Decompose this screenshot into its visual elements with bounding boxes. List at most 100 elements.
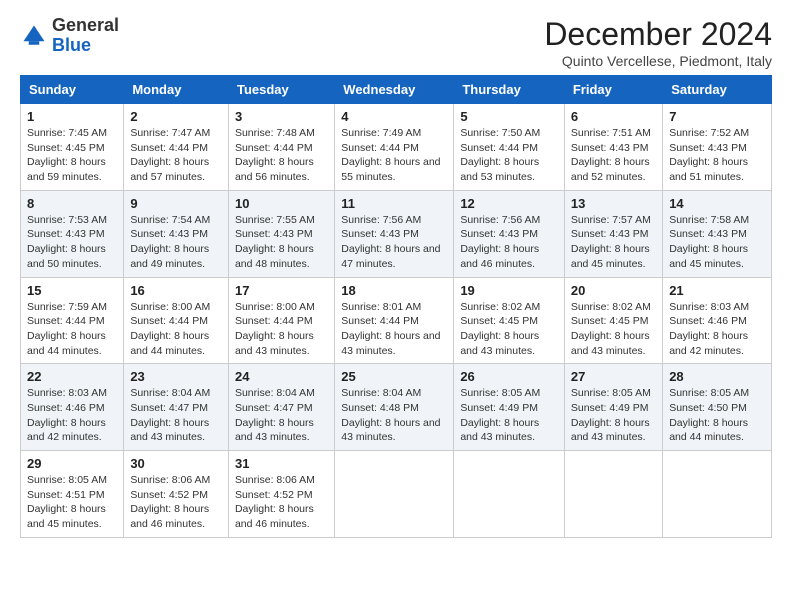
day-detail: Sunrise: 7:53 AM Sunset: 4:43 PM Dayligh…	[27, 213, 117, 272]
day-number: 18	[341, 283, 447, 298]
day-number: 14	[669, 196, 765, 211]
day-cell: 17 Sunrise: 8:00 AM Sunset: 4:44 PM Dayl…	[228, 277, 334, 364]
day-cell: 4 Sunrise: 7:49 AM Sunset: 4:44 PM Dayli…	[335, 104, 454, 191]
day-detail: Sunrise: 8:03 AM Sunset: 4:46 PM Dayligh…	[27, 386, 117, 445]
header-row: SundayMondayTuesdayWednesdayThursdayFrid…	[21, 76, 772, 104]
day-number: 10	[235, 196, 328, 211]
header-saturday: Saturday	[663, 76, 772, 104]
day-cell: 24 Sunrise: 8:04 AM Sunset: 4:47 PM Dayl…	[228, 364, 334, 451]
day-number: 23	[130, 369, 222, 384]
day-cell: 10 Sunrise: 7:55 AM Sunset: 4:43 PM Dayl…	[228, 190, 334, 277]
day-detail: Sunrise: 7:55 AM Sunset: 4:43 PM Dayligh…	[235, 213, 328, 272]
day-cell: 26 Sunrise: 8:05 AM Sunset: 4:49 PM Dayl…	[454, 364, 565, 451]
day-cell: 30 Sunrise: 8:06 AM Sunset: 4:52 PM Dayl…	[124, 451, 229, 538]
day-cell: 31 Sunrise: 8:06 AM Sunset: 4:52 PM Dayl…	[228, 451, 334, 538]
day-number: 3	[235, 109, 328, 124]
day-number: 31	[235, 456, 328, 471]
day-detail: Sunrise: 8:05 AM Sunset: 4:51 PM Dayligh…	[27, 473, 117, 532]
header: General Blue December 2024 Quinto Vercel…	[20, 16, 772, 69]
day-cell: 23 Sunrise: 8:04 AM Sunset: 4:47 PM Dayl…	[124, 364, 229, 451]
day-number: 15	[27, 283, 117, 298]
day-detail: Sunrise: 8:05 AM Sunset: 4:50 PM Dayligh…	[669, 386, 765, 445]
day-detail: Sunrise: 8:05 AM Sunset: 4:49 PM Dayligh…	[571, 386, 656, 445]
day-detail: Sunrise: 7:57 AM Sunset: 4:43 PM Dayligh…	[571, 213, 656, 272]
day-cell: 28 Sunrise: 8:05 AM Sunset: 4:50 PM Dayl…	[663, 364, 772, 451]
logo-icon	[20, 22, 48, 50]
day-detail: Sunrise: 7:56 AM Sunset: 4:43 PM Dayligh…	[460, 213, 558, 272]
header-tuesday: Tuesday	[228, 76, 334, 104]
day-detail: Sunrise: 7:47 AM Sunset: 4:44 PM Dayligh…	[130, 126, 222, 185]
day-detail: Sunrise: 8:04 AM Sunset: 4:47 PM Dayligh…	[130, 386, 222, 445]
day-detail: Sunrise: 8:05 AM Sunset: 4:49 PM Dayligh…	[460, 386, 558, 445]
day-detail: Sunrise: 8:00 AM Sunset: 4:44 PM Dayligh…	[130, 300, 222, 359]
day-cell: 9 Sunrise: 7:54 AM Sunset: 4:43 PM Dayli…	[124, 190, 229, 277]
day-cell: 6 Sunrise: 7:51 AM Sunset: 4:43 PM Dayli…	[564, 104, 662, 191]
day-detail: Sunrise: 7:52 AM Sunset: 4:43 PM Dayligh…	[669, 126, 765, 185]
day-number: 7	[669, 109, 765, 124]
day-detail: Sunrise: 7:48 AM Sunset: 4:44 PM Dayligh…	[235, 126, 328, 185]
day-cell	[454, 451, 565, 538]
day-number: 19	[460, 283, 558, 298]
header-monday: Monday	[124, 76, 229, 104]
day-cell: 12 Sunrise: 7:56 AM Sunset: 4:43 PM Dayl…	[454, 190, 565, 277]
week-row-1: 1 Sunrise: 7:45 AM Sunset: 4:45 PM Dayli…	[21, 104, 772, 191]
day-detail: Sunrise: 7:54 AM Sunset: 4:43 PM Dayligh…	[130, 213, 222, 272]
day-cell: 8 Sunrise: 7:53 AM Sunset: 4:43 PM Dayli…	[21, 190, 124, 277]
day-detail: Sunrise: 8:02 AM Sunset: 4:45 PM Dayligh…	[460, 300, 558, 359]
month-title: December 2024	[544, 16, 772, 53]
day-detail: Sunrise: 7:56 AM Sunset: 4:43 PM Dayligh…	[341, 213, 447, 272]
day-cell: 18 Sunrise: 8:01 AM Sunset: 4:44 PM Dayl…	[335, 277, 454, 364]
day-cell	[564, 451, 662, 538]
week-row-3: 15 Sunrise: 7:59 AM Sunset: 4:44 PM Dayl…	[21, 277, 772, 364]
day-cell: 5 Sunrise: 7:50 AM Sunset: 4:44 PM Dayli…	[454, 104, 565, 191]
day-number: 22	[27, 369, 117, 384]
day-number: 27	[571, 369, 656, 384]
day-detail: Sunrise: 8:04 AM Sunset: 4:48 PM Dayligh…	[341, 386, 447, 445]
day-detail: Sunrise: 8:00 AM Sunset: 4:44 PM Dayligh…	[235, 300, 328, 359]
day-cell: 1 Sunrise: 7:45 AM Sunset: 4:45 PM Dayli…	[21, 104, 124, 191]
day-cell: 20 Sunrise: 8:02 AM Sunset: 4:45 PM Dayl…	[564, 277, 662, 364]
day-cell: 19 Sunrise: 8:02 AM Sunset: 4:45 PM Dayl…	[454, 277, 565, 364]
day-cell: 7 Sunrise: 7:52 AM Sunset: 4:43 PM Dayli…	[663, 104, 772, 191]
day-detail: Sunrise: 8:06 AM Sunset: 4:52 PM Dayligh…	[130, 473, 222, 532]
logo: General Blue	[20, 16, 119, 56]
day-cell: 21 Sunrise: 8:03 AM Sunset: 4:46 PM Dayl…	[663, 277, 772, 364]
day-number: 28	[669, 369, 765, 384]
day-number: 1	[27, 109, 117, 124]
logo-blue: Blue	[52, 35, 91, 55]
day-detail: Sunrise: 8:04 AM Sunset: 4:47 PM Dayligh…	[235, 386, 328, 445]
logo-text: General Blue	[52, 16, 119, 56]
day-detail: Sunrise: 8:03 AM Sunset: 4:46 PM Dayligh…	[669, 300, 765, 359]
day-number: 16	[130, 283, 222, 298]
day-number: 12	[460, 196, 558, 211]
week-row-2: 8 Sunrise: 7:53 AM Sunset: 4:43 PM Dayli…	[21, 190, 772, 277]
header-sunday: Sunday	[21, 76, 124, 104]
day-cell	[335, 451, 454, 538]
day-number: 26	[460, 369, 558, 384]
day-cell: 13 Sunrise: 7:57 AM Sunset: 4:43 PM Dayl…	[564, 190, 662, 277]
day-detail: Sunrise: 8:02 AM Sunset: 4:45 PM Dayligh…	[571, 300, 656, 359]
day-cell: 15 Sunrise: 7:59 AM Sunset: 4:44 PM Dayl…	[21, 277, 124, 364]
location: Quinto Vercellese, Piedmont, Italy	[544, 53, 772, 69]
day-number: 4	[341, 109, 447, 124]
header-wednesday: Wednesday	[335, 76, 454, 104]
day-detail: Sunrise: 7:58 AM Sunset: 4:43 PM Dayligh…	[669, 213, 765, 272]
header-friday: Friday	[564, 76, 662, 104]
day-cell: 29 Sunrise: 8:05 AM Sunset: 4:51 PM Dayl…	[21, 451, 124, 538]
day-detail: Sunrise: 7:59 AM Sunset: 4:44 PM Dayligh…	[27, 300, 117, 359]
day-number: 25	[341, 369, 447, 384]
day-detail: Sunrise: 7:51 AM Sunset: 4:43 PM Dayligh…	[571, 126, 656, 185]
day-number: 30	[130, 456, 222, 471]
day-detail: Sunrise: 7:50 AM Sunset: 4:44 PM Dayligh…	[460, 126, 558, 185]
day-cell: 3 Sunrise: 7:48 AM Sunset: 4:44 PM Dayli…	[228, 104, 334, 191]
day-cell: 27 Sunrise: 8:05 AM Sunset: 4:49 PM Dayl…	[564, 364, 662, 451]
day-detail: Sunrise: 7:49 AM Sunset: 4:44 PM Dayligh…	[341, 126, 447, 185]
day-detail: Sunrise: 7:45 AM Sunset: 4:45 PM Dayligh…	[27, 126, 117, 185]
day-number: 5	[460, 109, 558, 124]
day-detail: Sunrise: 8:01 AM Sunset: 4:44 PM Dayligh…	[341, 300, 447, 359]
day-number: 13	[571, 196, 656, 211]
day-detail: Sunrise: 8:06 AM Sunset: 4:52 PM Dayligh…	[235, 473, 328, 532]
week-row-5: 29 Sunrise: 8:05 AM Sunset: 4:51 PM Dayl…	[21, 451, 772, 538]
week-row-4: 22 Sunrise: 8:03 AM Sunset: 4:46 PM Dayl…	[21, 364, 772, 451]
day-number: 29	[27, 456, 117, 471]
